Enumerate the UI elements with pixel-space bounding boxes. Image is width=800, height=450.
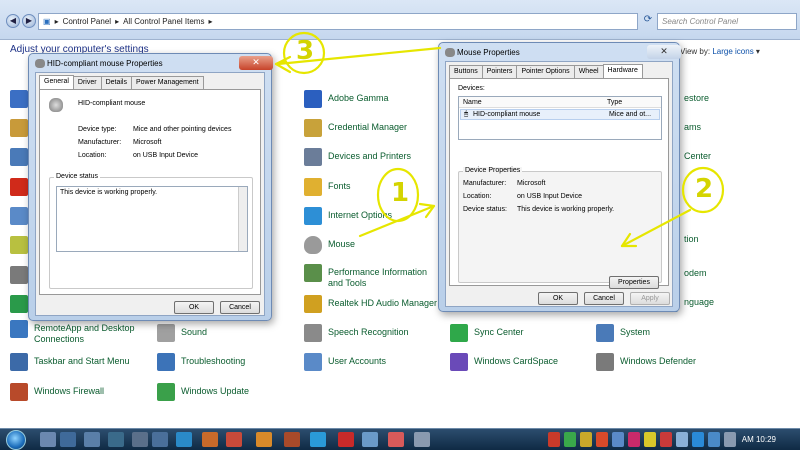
network-icon[interactable] (708, 432, 720, 447)
tray-icon[interactable] (660, 432, 672, 447)
app-icon[interactable] (256, 432, 272, 447)
app-icon[interactable] (132, 432, 148, 447)
arrow-to-properties (620, 208, 692, 248)
app-icon[interactable] (284, 432, 300, 447)
annotation-number-3: 3 (296, 36, 315, 66)
app-icon[interactable] (388, 432, 404, 447)
app-icon[interactable] (108, 432, 124, 447)
app-icon[interactable] (176, 432, 192, 447)
arrow-to-hardware (358, 204, 436, 238)
tray-icon[interactable] (628, 432, 640, 447)
app-icon[interactable] (84, 432, 100, 447)
tray-icon[interactable] (676, 432, 688, 447)
app-icon[interactable] (226, 432, 242, 447)
tray-icon[interactable] (644, 432, 656, 447)
tray-icon[interactable] (692, 432, 704, 447)
app-icon[interactable] (414, 432, 430, 447)
tray-icon[interactable] (612, 432, 624, 447)
app-icon[interactable] (362, 432, 378, 447)
annotation-arrows (274, 31, 725, 248)
annotation-number-1: 1 (391, 178, 410, 208)
tray-icon[interactable] (580, 432, 592, 447)
annotation-number-2: 2 (695, 174, 714, 204)
explorer-icon[interactable] (60, 432, 76, 447)
taskbar-clock[interactable]: AM 10:29 (742, 435, 776, 444)
desktop-icon[interactable] (40, 432, 56, 447)
taskbar: AM 10:29 (0, 428, 800, 450)
app-icon[interactable] (152, 432, 168, 447)
app-icon[interactable] (338, 432, 354, 447)
firefox-icon[interactable] (202, 432, 218, 447)
tray-icon[interactable] (564, 432, 576, 447)
tray-icon[interactable] (596, 432, 608, 447)
start-button[interactable] (6, 430, 26, 450)
tray-icon[interactable] (548, 432, 560, 447)
volume-icon[interactable] (724, 432, 736, 447)
skype-icon[interactable] (310, 432, 326, 447)
